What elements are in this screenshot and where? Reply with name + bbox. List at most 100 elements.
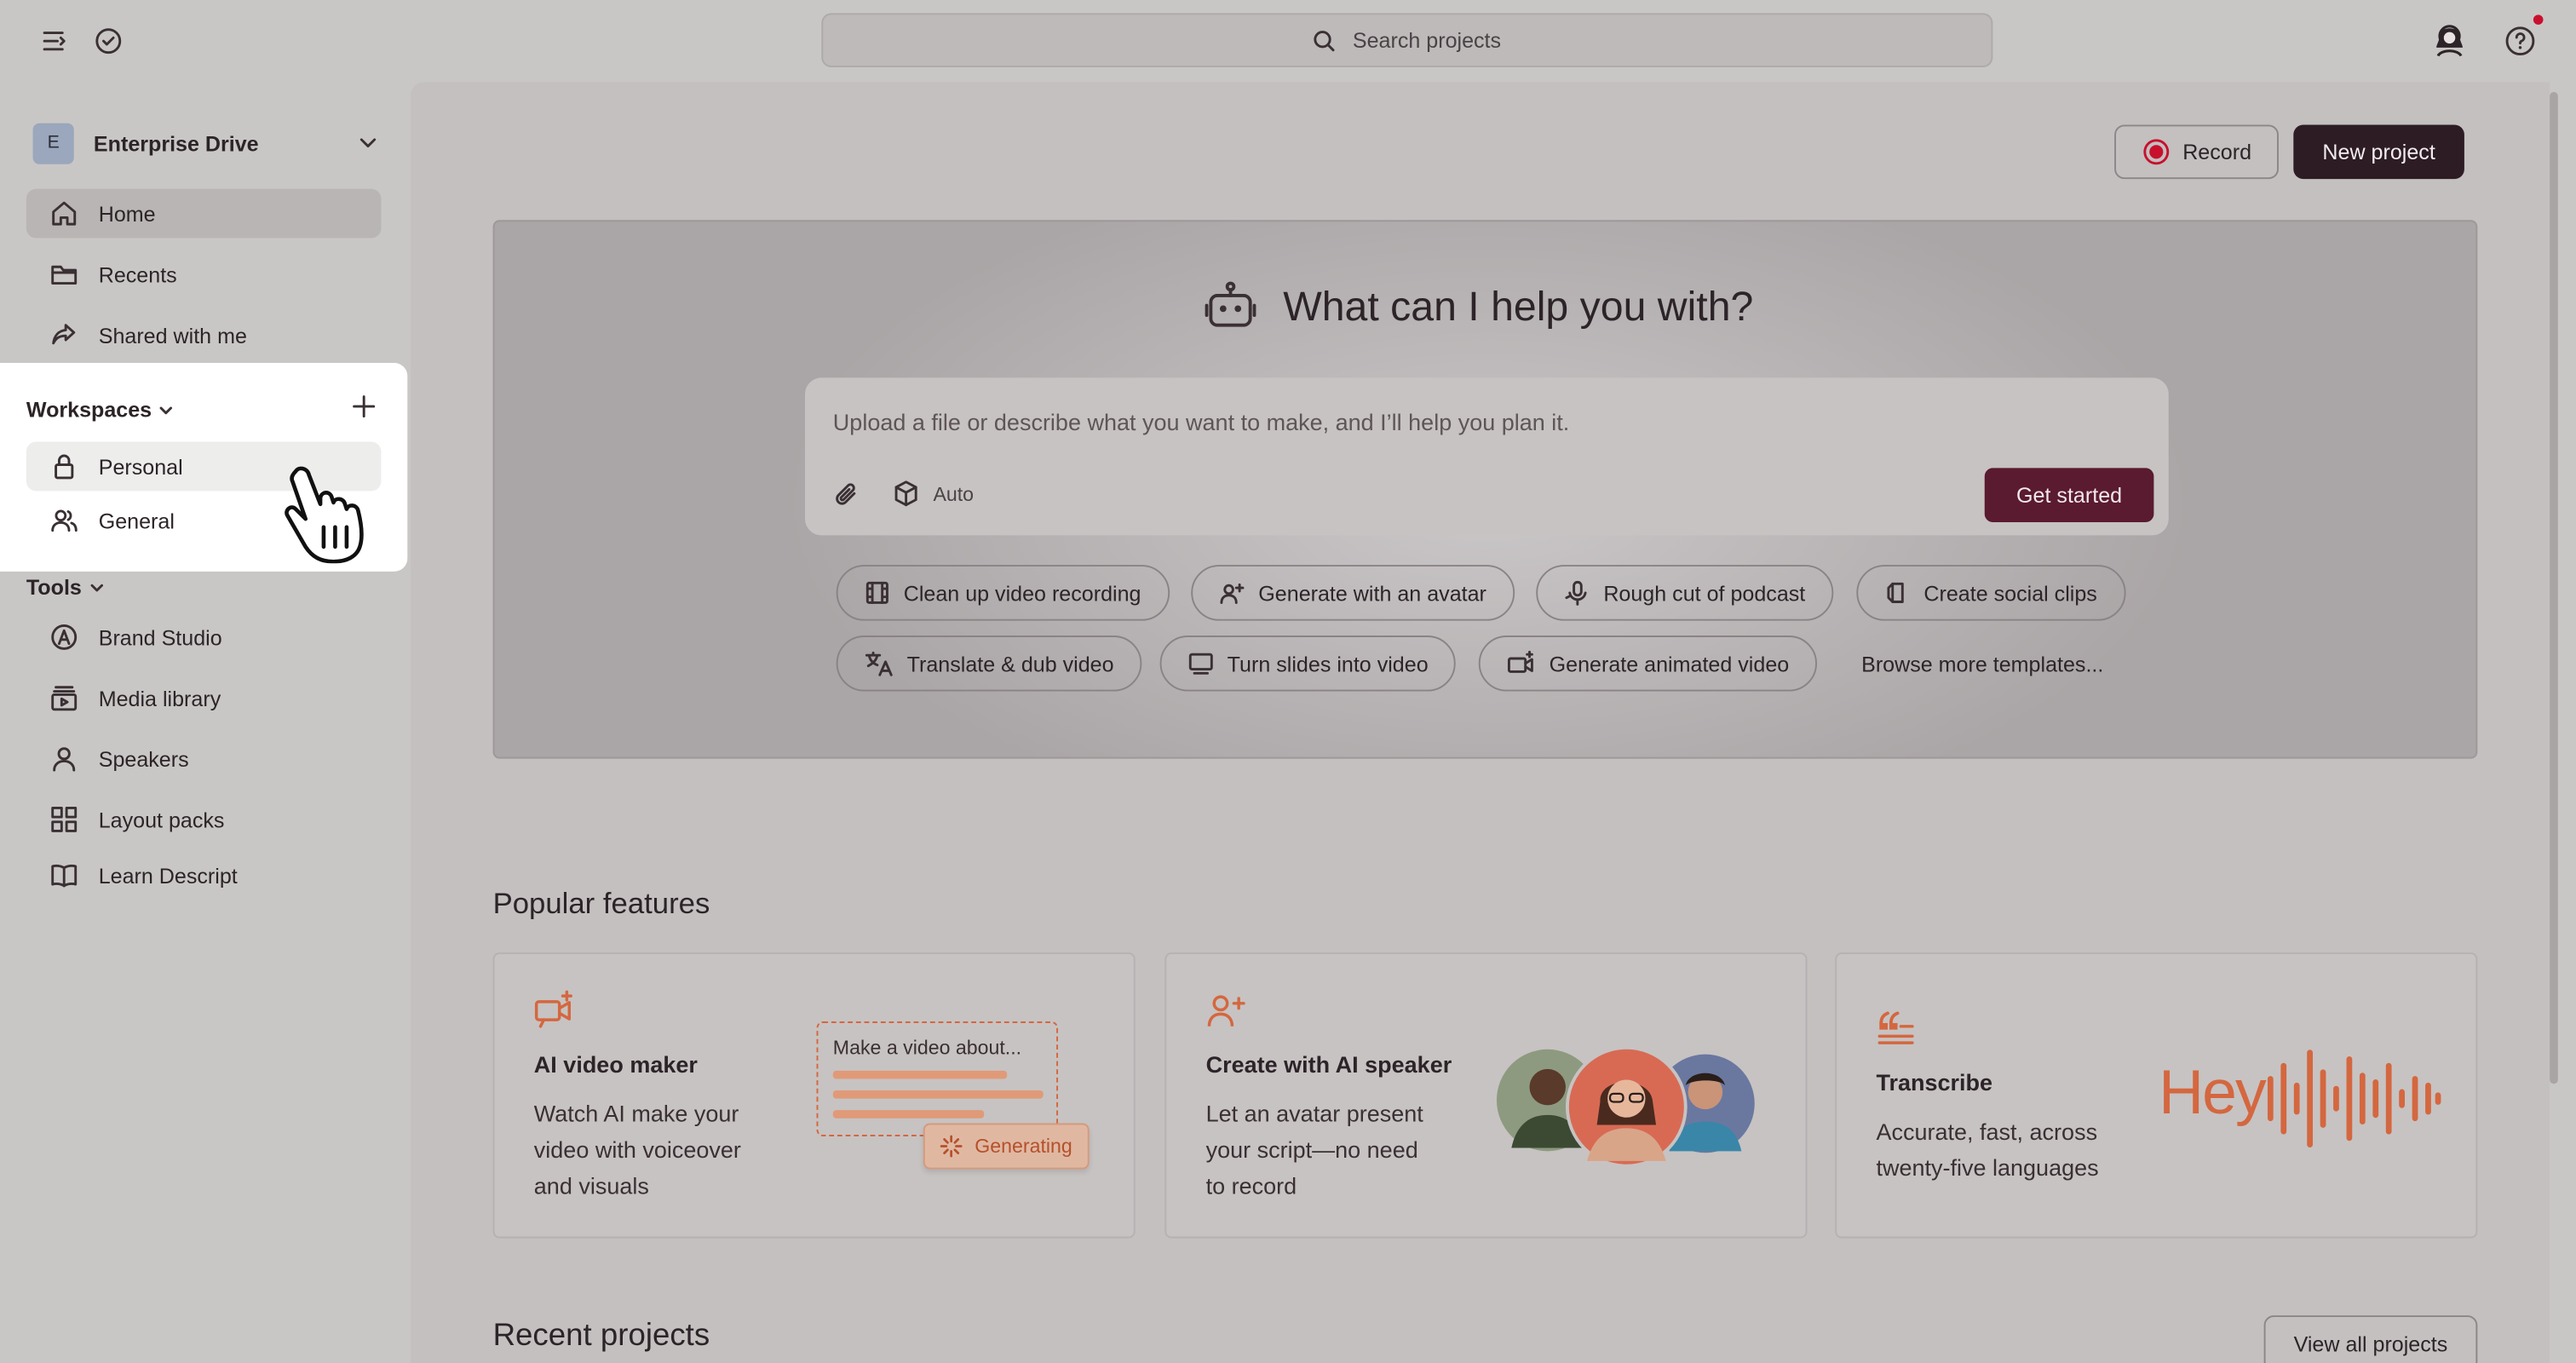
template-rough-cut-podcast[interactable]: Rough cut of podcast bbox=[1536, 565, 1834, 621]
browse-templates-link[interactable]: Browse more templates... bbox=[1861, 652, 2103, 676]
sidebar-item-shared[interactable]: Shared with me bbox=[26, 310, 382, 359]
top-bar: Search projects bbox=[0, 0, 2576, 82]
prompt-illustration: Make a video about... bbox=[816, 1021, 1059, 1136]
sidebar-item-label: Brand Studio bbox=[98, 624, 222, 650]
sidebar-item-brand-studio[interactable]: Brand Studio bbox=[26, 612, 382, 662]
add-workspace-button[interactable] bbox=[352, 394, 377, 419]
sidebar-item-speakers[interactable]: Speakers bbox=[26, 734, 382, 784]
sidebar-item-label: Speakers bbox=[98, 746, 189, 772]
record-button[interactable]: Record bbox=[2114, 124, 2279, 180]
drive-avatar: E bbox=[32, 122, 74, 164]
card-desc: Let an avatar present your script—no need… bbox=[1205, 1100, 1423, 1199]
search-input[interactable]: Search projects bbox=[821, 13, 1993, 68]
prompt-box[interactable]: Upload a file or describe what you want … bbox=[805, 377, 2169, 536]
avatar-icon[interactable] bbox=[2429, 20, 2469, 59]
attach-icon[interactable] bbox=[833, 481, 860, 508]
prompt-input[interactable]: Upload a file or describe what you want … bbox=[833, 409, 1570, 435]
feature-card-transcribe[interactable]: Transcribe Accurate, fast, across twenty-… bbox=[1835, 952, 2478, 1239]
search-icon bbox=[1314, 29, 1337, 52]
sidebar-item-label: Recents bbox=[98, 262, 177, 287]
hero-heading: What can I help you with? bbox=[1205, 281, 1753, 334]
template-translate-dub[interactable]: Translate & dub video bbox=[836, 635, 1142, 692]
chevron-down-icon bbox=[89, 583, 103, 591]
plus-icon bbox=[353, 395, 376, 418]
menu-icon[interactable] bbox=[39, 26, 69, 56]
robot-icon bbox=[1205, 281, 1257, 334]
card-title: Transcribe bbox=[1876, 1068, 1993, 1096]
recent-projects-title: Recent projects bbox=[492, 1318, 710, 1354]
sidebar-item-layout-packs[interactable]: Layout packs bbox=[26, 795, 382, 844]
workspaces-header[interactable]: Workspaces bbox=[26, 397, 175, 423]
drive-selector[interactable]: E Enterprise Drive bbox=[26, 115, 388, 171]
film-icon bbox=[865, 581, 888, 604]
sidebar-item-recents[interactable]: Recents bbox=[26, 250, 382, 299]
lock-icon bbox=[49, 451, 79, 481]
brand-icon bbox=[49, 623, 79, 653]
view-all-projects-button[interactable]: View all projects bbox=[2263, 1315, 2478, 1363]
feature-card-ai-video-maker[interactable]: AI video maker Watch AI make your video w… bbox=[492, 952, 1136, 1239]
workspace-item-label: General bbox=[98, 508, 175, 533]
template-clean-up-video[interactable]: Clean up video recording bbox=[836, 565, 1170, 621]
card-title: Create with AI speaker bbox=[1205, 1050, 1452, 1078]
workspaces-title: Workspaces bbox=[26, 397, 152, 423]
tools-title: Tools bbox=[26, 574, 82, 600]
template-slides-to-video[interactable]: Turn slides into video bbox=[1159, 635, 1457, 692]
feature-card-ai-speaker[interactable]: Create with AI speaker Let an avatar pre… bbox=[1164, 952, 1808, 1239]
check-circle-icon[interactable] bbox=[94, 26, 124, 56]
get-started-button[interactable]: Get started bbox=[1984, 468, 2154, 523]
sidebar-item-label: Home bbox=[98, 201, 156, 227]
sidebar: E Enterprise Drive Home Recents Shared w… bbox=[0, 82, 407, 1363]
sidebar-item-label: Shared with me bbox=[98, 322, 247, 348]
chip-label: Rough cut of podcast bbox=[1603, 580, 1806, 606]
scrollbar-thumb[interactable] bbox=[2550, 91, 2558, 1084]
model-selector[interactable]: Auto bbox=[892, 480, 974, 508]
card-desc: Accurate, fast, across twenty-five langua… bbox=[1876, 1118, 2099, 1182]
new-project-button[interactable]: New project bbox=[2293, 124, 2464, 180]
social-clip-icon bbox=[1887, 582, 1904, 603]
sidebar-item-label: Learn Descript bbox=[98, 863, 238, 888]
folder-icon bbox=[49, 260, 79, 290]
book-icon bbox=[49, 860, 79, 890]
media-library-icon bbox=[49, 683, 79, 713]
chip-label: Translate & dub video bbox=[906, 651, 1114, 676]
model-label: Auto bbox=[933, 481, 975, 505]
quote-icon bbox=[1876, 1010, 1915, 1046]
drive-name: Enterprise Drive bbox=[93, 130, 259, 156]
share-icon bbox=[49, 320, 79, 350]
slides-icon bbox=[1188, 653, 1213, 675]
sidebar-item-home[interactable]: Home bbox=[26, 188, 382, 239]
cube-icon bbox=[894, 480, 917, 507]
sidebar-item-learn-descript[interactable]: Learn Descript bbox=[26, 851, 382, 900]
record-label: Record bbox=[2182, 139, 2252, 164]
card-desc: Watch AI make your video with voiceover an… bbox=[533, 1100, 741, 1199]
card-title: AI video maker bbox=[533, 1050, 698, 1078]
help-icon[interactable] bbox=[2504, 14, 2544, 58]
tools-header[interactable]: Tools bbox=[26, 575, 105, 600]
animated-video-icon bbox=[1507, 650, 1533, 673]
workspace-item-label: Personal bbox=[98, 454, 183, 479]
translate-icon bbox=[865, 651, 893, 676]
search-placeholder: Search projects bbox=[1352, 27, 1502, 53]
template-generate-avatar[interactable]: Generate with an avatar bbox=[1191, 565, 1515, 621]
sidebar-item-label: Layout packs bbox=[98, 807, 225, 832]
sidebar-item-label: Media library bbox=[98, 685, 221, 710]
text-line bbox=[832, 1090, 1044, 1099]
avatar-sparkle-icon bbox=[1220, 583, 1245, 604]
chip-label: Turn slides into video bbox=[1227, 651, 1429, 676]
chevron-down-icon bbox=[358, 133, 377, 152]
text-line bbox=[832, 1110, 985, 1119]
mic-icon bbox=[1565, 580, 1587, 606]
record-icon bbox=[2142, 138, 2170, 166]
illustration-text: Make a video about... bbox=[832, 1036, 1022, 1060]
home-icon bbox=[49, 198, 79, 228]
waveform-word: Hey bbox=[2159, 1059, 2266, 1129]
person-sparkle-icon bbox=[1206, 990, 1249, 1029]
template-animated-video[interactable]: Generate animated video bbox=[1478, 635, 1818, 692]
sidebar-item-media-library[interactable]: Media library bbox=[26, 673, 382, 722]
main-content: Record New project What can I help you w… bbox=[411, 82, 2550, 1363]
ai-assistant-hero: What can I help you with? Upload a file … bbox=[492, 220, 2478, 759]
template-create-social-clips[interactable]: Create social clips bbox=[1856, 565, 2125, 621]
hand-cursor-icon bbox=[279, 462, 375, 564]
users-icon bbox=[49, 506, 79, 536]
chip-label: Generate with an avatar bbox=[1258, 580, 1486, 606]
